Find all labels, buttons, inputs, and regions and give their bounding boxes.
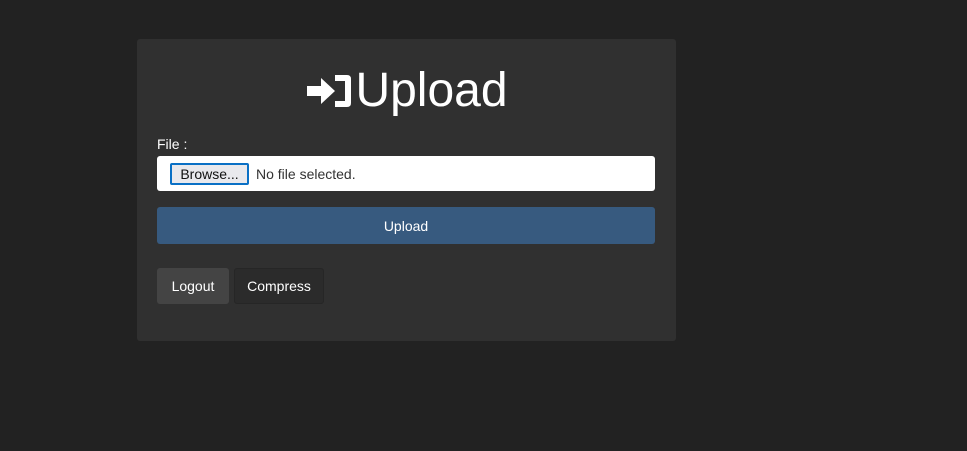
title-text: Upload <box>355 64 508 117</box>
sign-in-icon <box>305 71 353 111</box>
page-title: Upload <box>137 61 676 121</box>
upload-card: Upload File : Browse... No file selected… <box>137 39 676 341</box>
file-status: No file selected. <box>256 165 356 182</box>
logout-button[interactable]: Logout <box>157 268 229 304</box>
file-input[interactable]: Browse... No file selected. <box>157 156 655 191</box>
upload-button[interactable]: Upload <box>157 207 655 244</box>
browse-button[interactable]: Browse... <box>170 162 249 185</box>
file-label: File : <box>157 136 188 152</box>
compress-button[interactable]: Compress <box>234 268 324 304</box>
